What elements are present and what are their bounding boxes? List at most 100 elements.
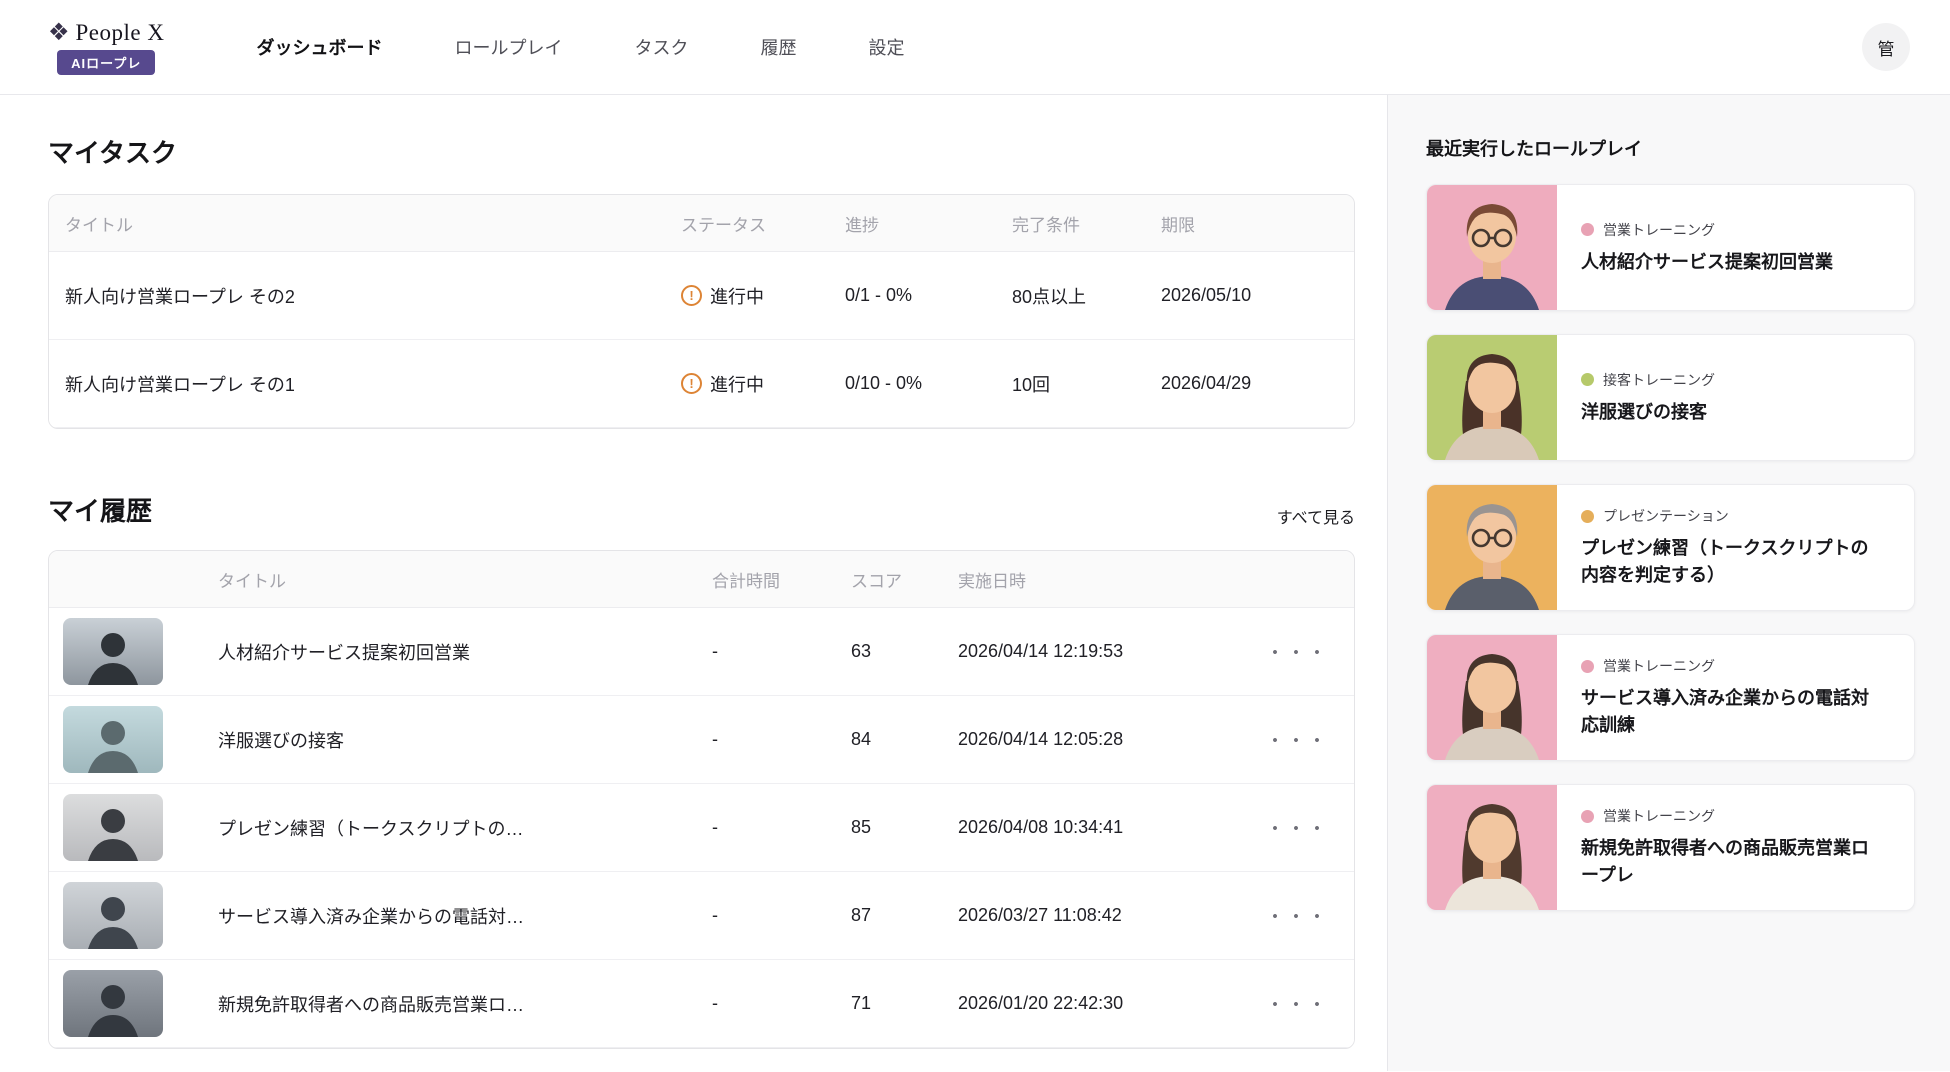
person-silhouette-icon <box>63 970 163 1037</box>
history-thumbnail <box>63 794 163 861</box>
person-silhouette-icon <box>63 706 163 773</box>
roleplay-card[interactable]: プレゼンテーション プレゼン練習（トークスクリプトの内容を判定する） <box>1426 484 1915 611</box>
task-status-label: 進行中 <box>710 371 764 397</box>
col-condition: 完了条件 <box>1012 211 1161 236</box>
col-score: スコア <box>851 567 958 592</box>
roleplay-title: サービス導入済み企業からの電話対応訓練 <box>1581 685 1886 739</box>
history-total-time: - <box>712 905 851 926</box>
history-thumb-cell <box>49 882 218 949</box>
dashboard-page: ❖ People X AIロープレ ダッシュボード ロールプレイ タスク 履歴 … <box>0 0 1950 1072</box>
task-condition: 10回 <box>1012 371 1161 397</box>
roleplay-card[interactable]: 接客トレーニング 洋服選びの接客 <box>1426 334 1915 461</box>
history-thumbnail <box>63 882 163 949</box>
nav-item[interactable]: 設定 <box>868 34 904 60</box>
recent-roleplays-title: 最近実行したロールプレイ <box>1426 135 1915 161</box>
history-title: プレゼン練習（トークスクリプトの… <box>218 815 712 841</box>
col-deadline: 期限 <box>1161 211 1355 236</box>
recent-roleplays-sidebar: 最近実行したロールプレイ <box>1387 95 1950 1071</box>
row-menu-button[interactable]: ・・・ <box>1238 990 1355 1017</box>
history-title: サービス導入済み企業からの電話対… <box>218 903 712 929</box>
task-status-label: 進行中 <box>710 283 764 309</box>
nav-item[interactable]: ロールプレイ <box>454 34 562 60</box>
roleplay-category-row: 営業トレーニング <box>1581 220 1886 240</box>
main-nav: ダッシュボード ロールプレイ タスク 履歴 設定 <box>256 34 904 60</box>
my-tasks-header-row: タイトル ステータス 進捗 完了条件 期限 <box>49 195 1354 252</box>
roleplay-card[interactable]: 営業トレーニング 人材紹介サービス提案初回営業 <box>1426 184 1915 311</box>
roleplay-card[interactable]: 営業トレーニング サービス導入済み企業からの電話対応訓練 <box>1426 634 1915 761</box>
my-tasks-table: タイトル ステータス 進捗 完了条件 期限 新人向け営業ロープレ その2 ! 進… <box>48 194 1355 429</box>
col-status: ステータス <box>681 211 845 236</box>
brand-name: People X <box>76 20 165 46</box>
history-score: 71 <box>851 993 958 1014</box>
roleplay-category-row: 接客トレーニング <box>1581 370 1886 390</box>
history-row[interactable]: プレゼン練習（トークスクリプトの… - 85 2026/04/08 10:34:… <box>49 784 1354 872</box>
nav-item[interactable]: 履歴 <box>760 34 796 60</box>
history-thumbnail <box>63 706 163 773</box>
history-row[interactable]: 洋服選びの接客 - 84 2026/04/14 12:05:28 ・・・ <box>49 696 1354 784</box>
roleplay-category-row: プレゼンテーション <box>1581 506 1886 526</box>
category-dot-icon <box>1581 510 1594 523</box>
col-date: 実施日時 <box>958 567 1238 592</box>
col-total-time: 合計時間 <box>712 567 851 592</box>
my-tasks-title: マイタスク <box>48 133 1355 170</box>
brand-logo[interactable]: ❖ People X AIロープレ <box>48 20 164 75</box>
roleplay-title: 人材紹介サービス提案初回営業 <box>1581 249 1886 276</box>
nav-item[interactable]: タスク <box>634 34 688 60</box>
history-row[interactable]: サービス導入済み企業からの電話対… - 87 2026/03/27 11:08:… <box>49 872 1354 960</box>
roleplay-category: 接客トレーニング <box>1603 370 1715 390</box>
history-date: 2026/01/20 22:42:30 <box>958 993 1238 1014</box>
task-deadline: 2026/05/10 <box>1161 285 1355 306</box>
history-row[interactable]: 新規免許取得者への商品販売営業ロ… - 71 2026/01/20 22:42:… <box>49 960 1354 1048</box>
view-all-link[interactable]: すべて見る <box>1277 504 1355 528</box>
history-date: 2026/04/14 12:19:53 <box>958 641 1238 662</box>
my-history-table: タイトル 合計時間 スコア 実施日時 <box>48 550 1355 1049</box>
col-title: タイトル <box>218 567 712 592</box>
history-date: 2026/04/08 10:34:41 <box>958 817 1238 838</box>
character-avatar-icon <box>1427 785 1557 910</box>
my-history-header: マイ履歴 すべて見る <box>48 491 1355 528</box>
roleplay-category-row: 営業トレーニング <box>1581 656 1886 676</box>
history-row[interactable]: 人材紹介サービス提案初回営業 - 63 2026/04/14 12:19:53 … <box>49 608 1354 696</box>
task-row[interactable]: 新人向け営業ロープレ その2 ! 進行中 0/1 - 0% 80点以上 2026… <box>49 252 1354 340</box>
my-history-title: マイ履歴 <box>48 491 152 528</box>
category-dot-icon <box>1581 223 1594 236</box>
brand-logo-row: ❖ People X <box>48 20 164 46</box>
roleplay-category: プレゼンテーション <box>1603 506 1729 526</box>
character-avatar-icon <box>1427 185 1557 310</box>
row-menu-button[interactable]: ・・・ <box>1238 638 1355 665</box>
main-content: マイタスク タイトル ステータス 進捗 完了条件 期限 新人向け営業ロープレ そ… <box>0 95 1387 1071</box>
row-menu-button[interactable]: ・・・ <box>1238 726 1355 753</box>
roleplay-card-body: 営業トレーニング 人材紹介サービス提案初回営業 <box>1557 185 1914 310</box>
my-history-header-row: タイトル 合計時間 スコア 実施日時 <box>49 551 1354 608</box>
history-thumbnail <box>63 970 163 1037</box>
history-score: 87 <box>851 905 958 926</box>
brand-badge: AIロープレ <box>57 50 155 75</box>
task-progress: 0/10 - 0% <box>845 373 1012 394</box>
nav-item[interactable]: ダッシュボード <box>256 34 382 60</box>
roleplay-avatar <box>1427 485 1557 610</box>
history-thumb-cell <box>49 794 218 861</box>
history-total-time: - <box>712 641 851 662</box>
row-menu-button[interactable]: ・・・ <box>1238 814 1355 841</box>
roleplay-category: 営業トレーニング <box>1603 806 1715 826</box>
roleplay-category: 営業トレーニング <box>1603 656 1715 676</box>
in-progress-icon: ! <box>681 373 702 394</box>
character-avatar-icon <box>1427 335 1557 460</box>
roleplay-avatar <box>1427 635 1557 760</box>
roleplay-title: 洋服選びの接客 <box>1581 399 1886 426</box>
history-thumb-cell <box>49 706 218 773</box>
row-menu-button[interactable]: ・・・ <box>1238 902 1355 929</box>
roleplay-card[interactable]: 営業トレーニング 新規免許取得者への商品販売営業ロープレ <box>1426 784 1915 911</box>
task-row[interactable]: 新人向け営業ロープレ その1 ! 進行中 0/10 - 0% 10回 2026/… <box>49 340 1354 428</box>
history-date: 2026/03/27 11:08:42 <box>958 905 1238 926</box>
history-score: 63 <box>851 641 958 662</box>
category-dot-icon <box>1581 810 1594 823</box>
roleplay-card-body: 営業トレーニング 新規免許取得者への商品販売営業ロープレ <box>1557 785 1914 910</box>
history-total-time: - <box>712 729 851 750</box>
history-thumb-cell <box>49 970 218 1037</box>
person-silhouette-icon <box>63 794 163 861</box>
top-navigation-bar: ❖ People X AIロープレ ダッシュボード ロールプレイ タスク 履歴 … <box>0 0 1950 95</box>
history-score: 85 <box>851 817 958 838</box>
user-avatar[interactable]: 管 <box>1862 23 1910 71</box>
col-title: タイトル <box>49 211 681 236</box>
